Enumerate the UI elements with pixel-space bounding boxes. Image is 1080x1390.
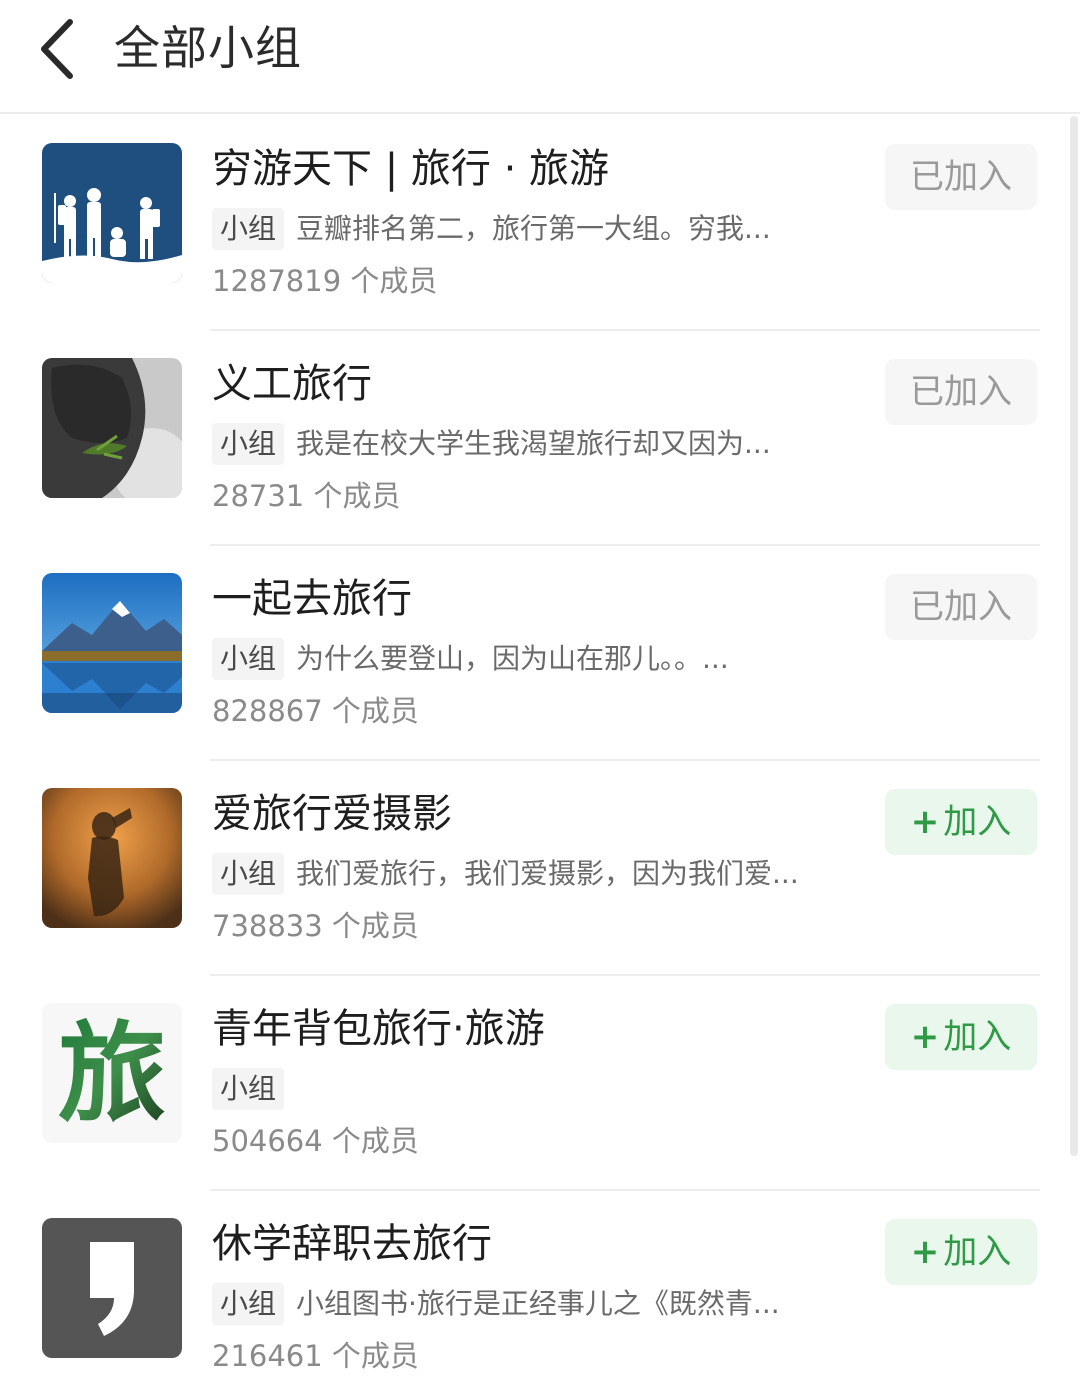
group-tag: 小组 bbox=[212, 1283, 285, 1325]
joined-button[interactable]: 已加入 bbox=[885, 359, 1037, 425]
avatar-character: 旅 bbox=[58, 1011, 166, 1137]
group-list-item[interactable]: 爱旅行爱摄影 小组 我们爱旅行，我们爱摄影，因为我们爱... 738833 个成… bbox=[0, 761, 1070, 976]
quote-mark-icon bbox=[42, 1218, 182, 1358]
joined-button-label: 已加入 bbox=[910, 157, 1012, 197]
group-list-item[interactable]: 义工旅行 小组 我是在校大学生我渴望旅行却又因为... 28731 个成员 已加… bbox=[0, 331, 1070, 546]
group-description: 小组图书·旅行是正经事儿之《既然青... bbox=[296, 1287, 780, 1320]
group-avatar bbox=[42, 788, 182, 928]
group-description-row: 小组 小组图书·旅行是正经事儿之《既然青... bbox=[212, 1281, 780, 1327]
plus-icon: + bbox=[910, 802, 940, 842]
group-description-row: 小组 bbox=[212, 1066, 296, 1112]
joined-button[interactable]: 已加入 bbox=[885, 144, 1037, 210]
group-tag: 小组 bbox=[212, 853, 285, 895]
plus-icon: + bbox=[910, 1232, 940, 1272]
join-button-label: 加入 bbox=[943, 1232, 1012, 1272]
group-description: 豆瓣排名第二，旅行第一大组。穷我... bbox=[296, 212, 771, 245]
chevron-left-icon bbox=[41, 19, 73, 79]
member-count: 216461 个成员 bbox=[212, 1339, 419, 1373]
group-list-item[interactable]: 休学辞职去旅行 小组 小组图书·旅行是正经事儿之《既然青... 216461 个… bbox=[0, 1191, 1070, 1390]
shadow-photographer-icon bbox=[42, 788, 182, 928]
group-avatar: 旅 bbox=[42, 1003, 182, 1143]
group-list-item[interactable]: 一起去旅行 小组 为什么要登山，因为山在那儿。。... 828867 个成员 已… bbox=[0, 546, 1070, 761]
group-name[interactable]: 穷游天下 | 旅行 · 旅游 bbox=[212, 141, 609, 197]
group-avatar bbox=[42, 358, 182, 498]
page-title: 全部小组 bbox=[114, 21, 302, 75]
plus-icon: + bbox=[910, 1017, 940, 1057]
group-tag: 小组 bbox=[212, 423, 285, 465]
group-name[interactable]: 青年背包旅行·旅游 bbox=[212, 1001, 545, 1057]
group-tag: 小组 bbox=[212, 1068, 285, 1110]
back-button[interactable] bbox=[30, 14, 90, 84]
group-name[interactable]: 一起去旅行 bbox=[212, 571, 412, 627]
group-description: 我是在校大学生我渴望旅行却又因为... bbox=[296, 427, 771, 460]
join-button-label: 加入 bbox=[943, 1017, 1012, 1057]
join-button[interactable]: + 加入 bbox=[885, 789, 1037, 855]
group-tag: 小组 bbox=[212, 638, 285, 680]
joined-button[interactable]: 已加入 bbox=[885, 574, 1037, 640]
group-tag: 小组 bbox=[212, 208, 285, 250]
member-count: 828867 个成员 bbox=[212, 694, 419, 728]
mountain-lake-photo-icon bbox=[42, 573, 182, 713]
group-avatar bbox=[42, 143, 182, 283]
group-description-row: 小组 豆瓣排名第二，旅行第一大组。穷我... bbox=[212, 206, 771, 252]
group-name[interactable]: 爱旅行爱摄影 bbox=[212, 786, 452, 842]
member-count: 28731 个成员 bbox=[212, 479, 401, 513]
join-button[interactable]: + 加入 bbox=[885, 1219, 1037, 1285]
group-description-row: 小组 为什么要登山，因为山在那儿。。... bbox=[212, 636, 729, 682]
joined-button-label: 已加入 bbox=[910, 587, 1012, 627]
group-name[interactable]: 义工旅行 bbox=[212, 356, 372, 412]
group-avatar bbox=[42, 1218, 182, 1358]
member-count: 738833 个成员 bbox=[212, 909, 419, 943]
joined-button-label: 已加入 bbox=[910, 372, 1012, 412]
group-list: 穷游天下 | 旅行 · 旅游 小组 豆瓣排名第二，旅行第一大组。穷我... 12… bbox=[0, 116, 1070, 1390]
group-description: 我们爱旅行，我们爱摄影，因为我们爱... bbox=[296, 857, 799, 890]
group-name[interactable]: 休学辞职去旅行 bbox=[212, 1216, 492, 1272]
lv-character-icon: 旅 bbox=[42, 1003, 182, 1143]
scrollbar[interactable] bbox=[1070, 116, 1078, 1156]
group-description-row: 小组 我是在校大学生我渴望旅行却又因为... bbox=[212, 421, 771, 467]
member-count: 504664 个成员 bbox=[212, 1124, 419, 1158]
top-bar: 全部小组 bbox=[0, 0, 1080, 114]
join-button[interactable]: + 加入 bbox=[885, 1004, 1037, 1070]
hikers-silhouette-icon bbox=[42, 143, 182, 283]
join-button-label: 加入 bbox=[943, 802, 1012, 842]
member-count: 1287819 个成员 bbox=[212, 264, 438, 298]
group-description: 为什么要登山，因为山在那儿。。... bbox=[296, 642, 729, 675]
group-list-item[interactable]: 穷游天下 | 旅行 · 旅游 小组 豆瓣排名第二，旅行第一大组。穷我... 12… bbox=[0, 116, 1070, 331]
rock-plant-photo-icon bbox=[42, 358, 182, 498]
group-list-item[interactable]: 旅 青年背包旅行·旅游 小组 504664 个成员 + 加入 bbox=[0, 976, 1070, 1191]
group-avatar bbox=[42, 573, 182, 713]
group-description-row: 小组 我们爱旅行，我们爱摄影，因为我们爱... bbox=[212, 851, 799, 897]
